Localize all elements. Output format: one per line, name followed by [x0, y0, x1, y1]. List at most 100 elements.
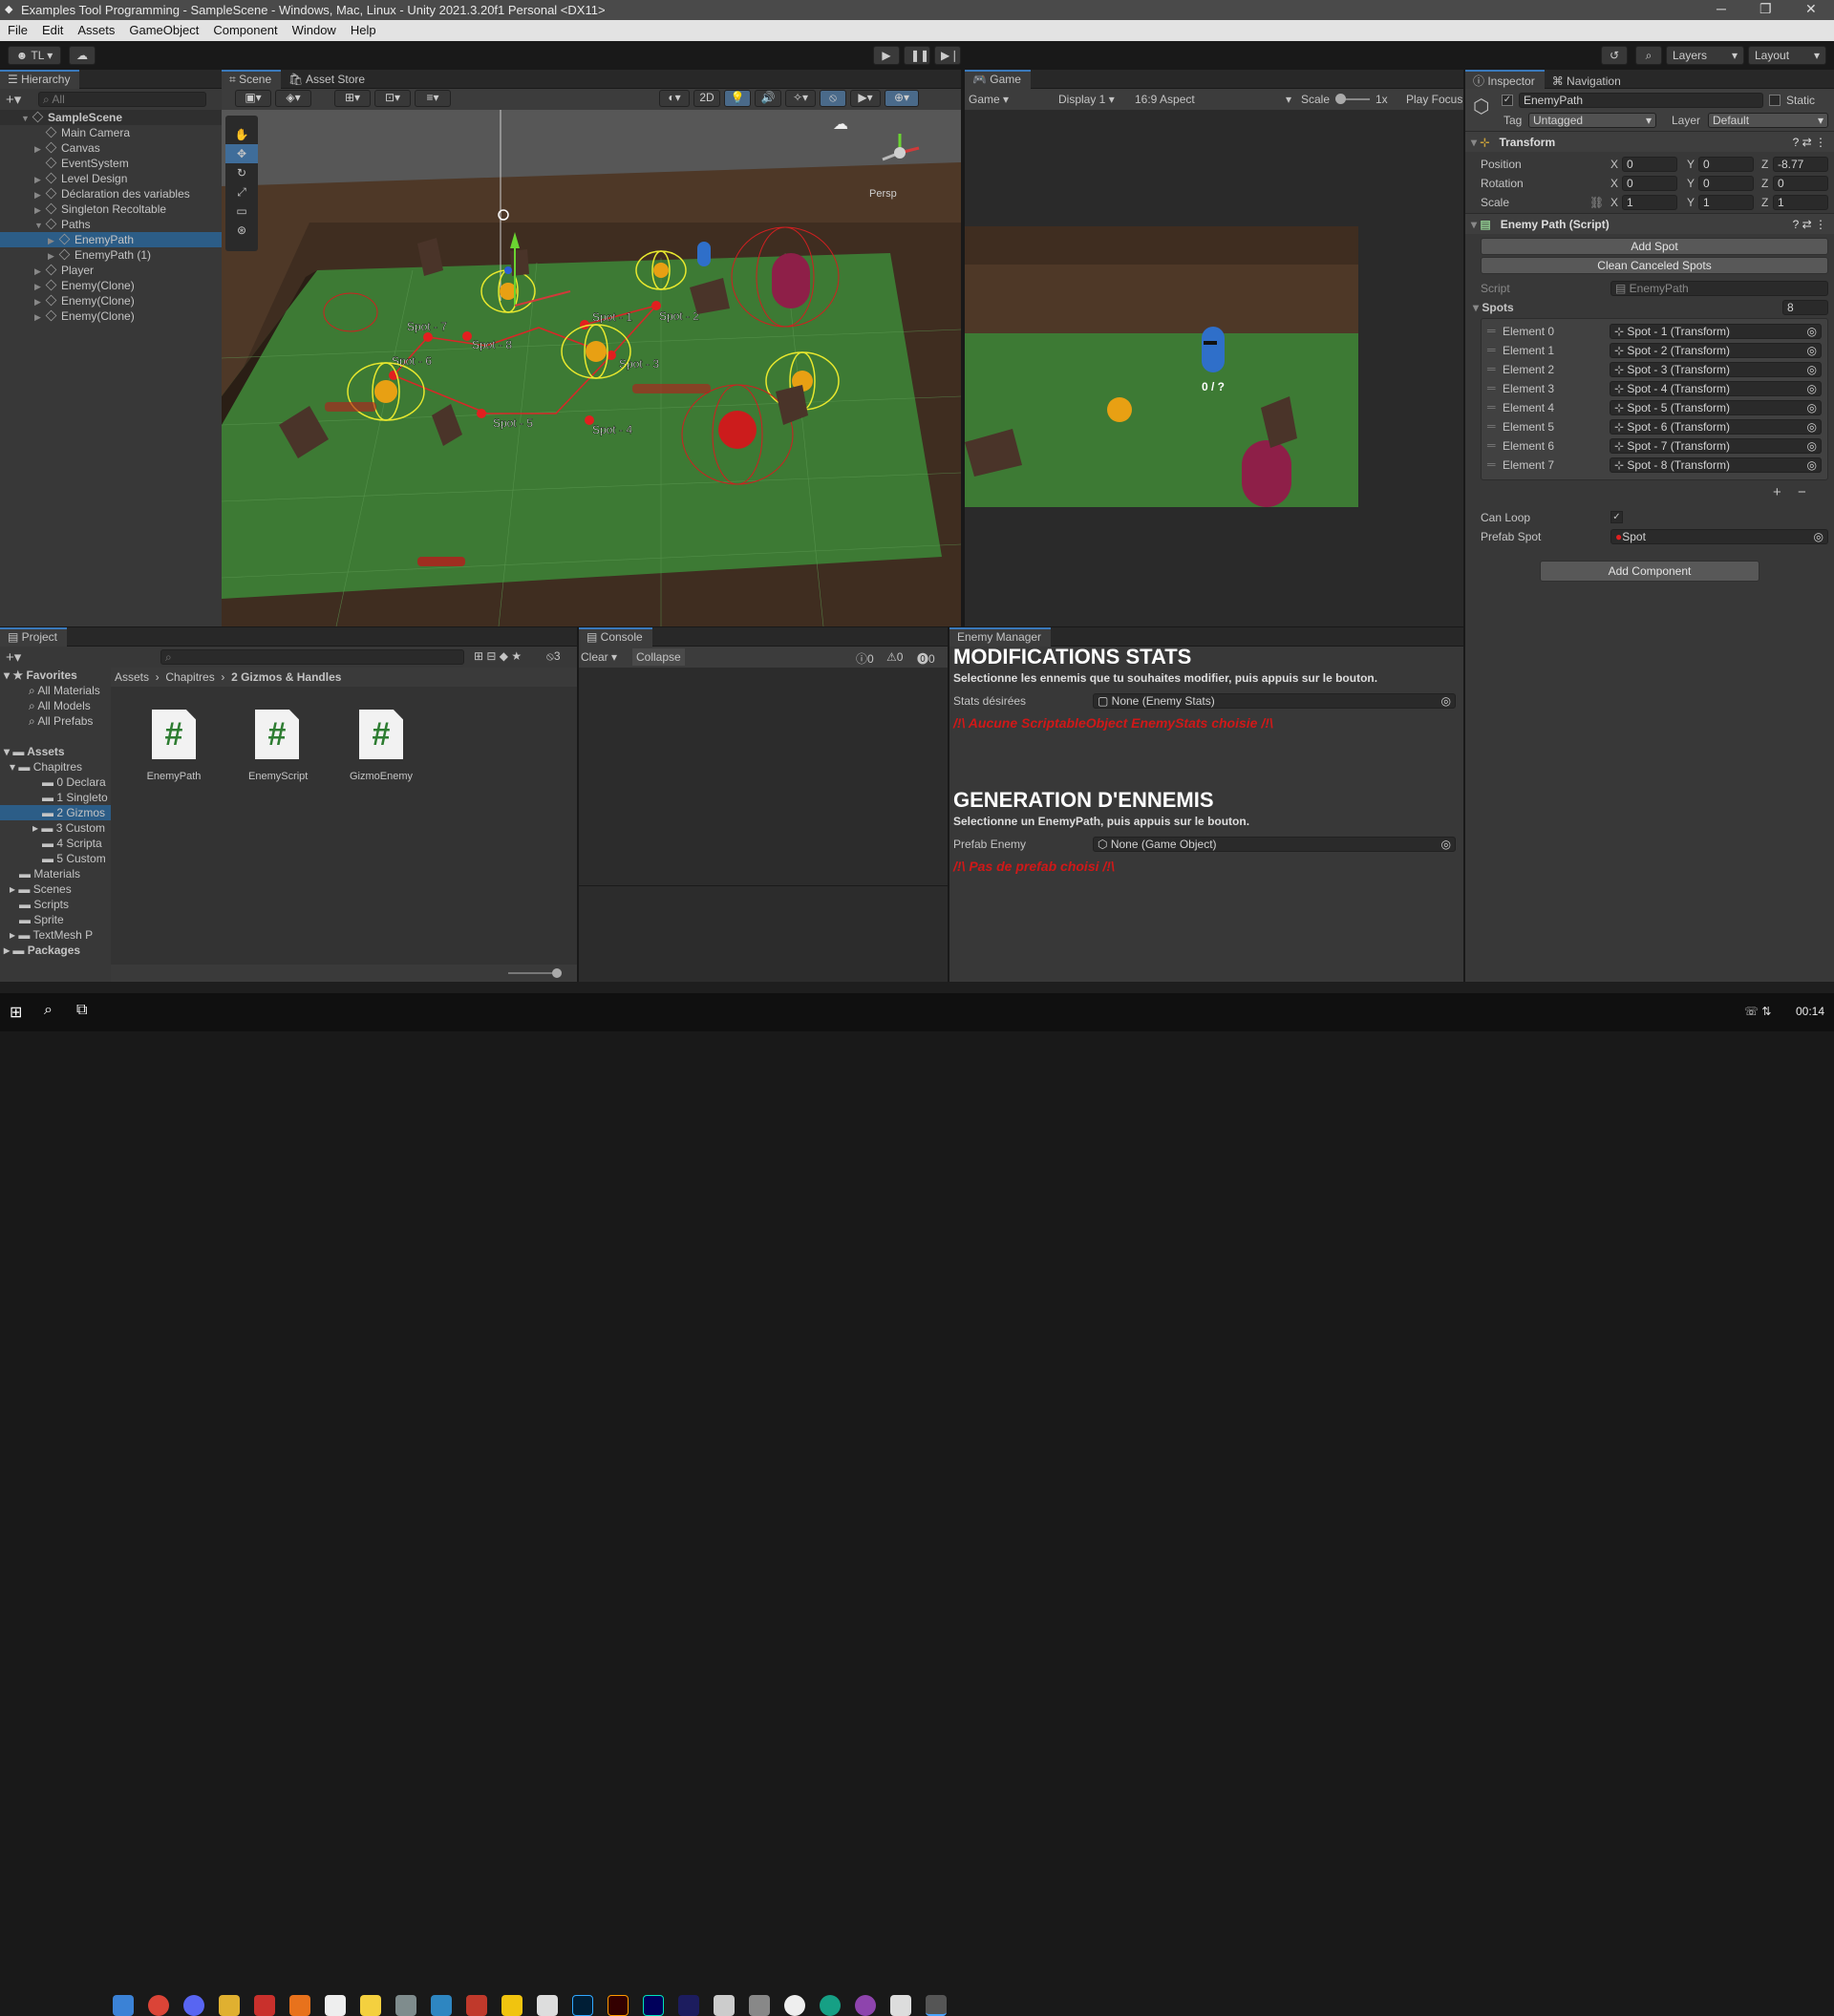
expand-arrow-icon[interactable]: ▶: [34, 309, 46, 325]
hierarchy-item[interactable]: ▶ Level Design: [0, 171, 222, 186]
scale-x-field[interactable]: 1: [1622, 195, 1677, 210]
app-icon-9[interactable]: [820, 1995, 841, 2016]
scale-tool-icon[interactable]: ⤢: [225, 182, 258, 202]
asset-enemyscript[interactable]: # EnemyScript: [248, 710, 308, 782]
project-folder[interactable]: ▸ ▬ 3 Custom: [0, 820, 111, 836]
icon-size-thumb[interactable]: [552, 968, 562, 978]
project-folder[interactable]: ▬ Scripts: [0, 897, 111, 912]
gizmos-icon[interactable]: ⊕▾: [885, 90, 919, 107]
component-menu-icon[interactable]: ? ⇄ ⋮: [1793, 132, 1834, 153]
hierarchy-item[interactable]: ▶ EnemyPath: [0, 232, 222, 247]
tag-dropdown[interactable]: Untagged ▾: [1528, 113, 1656, 128]
step-button[interactable]: ▶❘: [934, 46, 961, 65]
camera-icon[interactable]: ▶▾: [850, 90, 881, 107]
hierarchy-item[interactable]: ▼ Paths: [0, 217, 222, 232]
spot-element-row[interactable]: ═ Element 6 ⊹ Spot - 7 (Transform) ◎: [1482, 437, 1827, 455]
project-folder[interactable]: ▸ ▬ Scenes: [0, 881, 111, 897]
hierarchy-item[interactable]: ▶ Player: [0, 263, 222, 278]
search-taskbar-icon[interactable]: ⌕: [44, 1002, 53, 1019]
sticky-notes-icon[interactable]: [360, 1995, 381, 2016]
spot-element-field[interactable]: ⊹ Spot - 4 (Transform) ◎: [1610, 381, 1822, 396]
snap-increment-icon[interactable]: ⊡▾: [374, 90, 411, 107]
project-search-input[interactable]: ⌕: [160, 649, 464, 665]
tab-asset-store[interactable]: 🛍 Asset Store: [281, 70, 374, 89]
prefab-enemy-field[interactable]: ⬡ None (Game Object) ◎: [1093, 837, 1456, 852]
project-folder[interactable]: ▸ ▬ TextMesh P: [0, 927, 111, 943]
app-icon-6[interactable]: [714, 1995, 735, 2016]
spot-element-row[interactable]: ═ Element 7 ⊹ Spot - 8 (Transform) ◎: [1482, 456, 1827, 474]
can-loop-checkbox[interactable]: ✓: [1610, 511, 1623, 523]
visibility-icon[interactable]: ⦸: [820, 90, 846, 107]
discord-icon[interactable]: [183, 1995, 204, 2016]
tab-scene[interactable]: ⌗ Scene: [222, 70, 282, 89]
tab-navigation[interactable]: ⌘ Navigation: [1545, 72, 1631, 91]
maximize-icon[interactable]: ❐: [1759, 1, 1772, 17]
hierarchy-item[interactable]: Main Camera: [0, 125, 222, 140]
menu-component[interactable]: Component: [205, 20, 284, 37]
drag-handle-icon[interactable]: ═: [1487, 419, 1496, 433]
hierarchy-item[interactable]: ▶ Enemy(Clone): [0, 278, 222, 293]
collapse-button[interactable]: Collapse: [632, 648, 685, 666]
audio-icon[interactable]: 🔊: [755, 90, 781, 107]
minimize-icon[interactable]: ─: [1717, 1, 1726, 16]
object-picker-icon[interactable]: ◎: [1807, 439, 1821, 453]
project-folder[interactable]: ▬ 0 Declara: [0, 775, 111, 790]
scale-z-field[interactable]: 1: [1773, 195, 1828, 210]
expand-arrow-icon[interactable]: ▶: [34, 172, 46, 187]
project-folder[interactable]: ▬ 2 Gizmos: [0, 805, 111, 820]
hierarchy-item[interactable]: ▶ Singleton Recoltable: [0, 202, 222, 217]
shading-icon[interactable]: ◈▾: [275, 90, 311, 107]
rotate-tool-icon[interactable]: ↻: [225, 163, 258, 182]
object-picker-icon[interactable]: ◎: [1807, 420, 1821, 434]
error-count[interactable]: ⓿0: [917, 650, 935, 667]
spot-element-row[interactable]: ═ Element 5 ⊹ Spot - 6 (Transform) ◎: [1482, 418, 1827, 435]
drag-handle-icon[interactable]: ═: [1487, 343, 1496, 356]
game-mode-dropdown[interactable]: Game ▾: [969, 93, 1009, 106]
clean-spots-button[interactable]: Clean Canceled Spots: [1481, 257, 1828, 274]
illustrator-icon[interactable]: [608, 1995, 629, 2016]
tab-project[interactable]: ▤ Project: [0, 627, 68, 647]
drag-handle-icon[interactable]: ═: [1487, 400, 1496, 414]
favorite-item[interactable]: ⌕ All Models: [0, 698, 111, 713]
windows-start-icon[interactable]: ⊞: [10, 1003, 22, 1022]
favorites-header[interactable]: ▾ ★ Favorites: [0, 668, 111, 683]
spot-element-field[interactable]: ⊹ Spot - 6 (Transform) ◎: [1610, 419, 1822, 435]
unity-editor-icon[interactable]: [926, 1995, 947, 2016]
draw-mode-icon[interactable]: ▣▾: [235, 90, 271, 107]
photoshop-icon[interactable]: [572, 1995, 593, 2016]
breadcrumb-chapitres[interactable]: Chapitres: [165, 670, 214, 684]
hierarchy-search-input[interactable]: ⌕ All: [38, 92, 206, 107]
project-folder[interactable]: ▾ ▬ Chapitres: [0, 759, 111, 775]
breadcrumb-assets[interactable]: Assets: [115, 670, 149, 684]
aspect-dropdown[interactable]: 16:9 Aspect ▾: [1135, 93, 1291, 106]
app-icon-7[interactable]: [749, 1995, 770, 2016]
active-checkbox[interactable]: ✓: [1502, 95, 1513, 106]
object-name-field[interactable]: EnemyPath: [1519, 93, 1763, 108]
packages-header[interactable]: ▸ ▬ Packages: [0, 943, 111, 958]
expand-arrow-icon[interactable]: ▶: [34, 264, 46, 279]
enemy-path-header[interactable]: ▾ ▤ Enemy Path (Script)? ⇄ ⋮: [1465, 213, 1834, 234]
scale-y-field[interactable]: 1: [1698, 195, 1754, 210]
static-checkbox[interactable]: [1769, 95, 1781, 106]
project-folder[interactable]: ▬ 4 Scripta: [0, 836, 111, 851]
transform-header[interactable]: ▾ ⊹ Transform? ⇄ ⋮: [1465, 131, 1834, 152]
visual-studio-icon[interactable]: [678, 1995, 699, 2016]
hierarchy-item[interactable]: ▼ SampleScene: [0, 110, 222, 125]
object-picker-icon[interactable]: ◎: [1807, 363, 1821, 376]
position-y-field[interactable]: 0: [1698, 157, 1754, 172]
expand-arrow-icon[interactable]: ▶: [34, 141, 46, 157]
constrain-scale-icon[interactable]: ⛓: [1589, 196, 1604, 209]
expand-arrow-icon[interactable]: ▶: [48, 233, 59, 248]
favorite-item[interactable]: ⌕ All Materials: [0, 683, 111, 698]
project-folder[interactable]: ▬ 1 Singleto: [0, 790, 111, 805]
transform-tool-icon[interactable]: ⊛: [225, 221, 258, 240]
breadcrumb-current[interactable]: 2 Gizmos & Handles: [231, 670, 341, 684]
add-element-icon[interactable]: +: [1773, 484, 1781, 500]
spacer[interactable]: [0, 729, 111, 744]
tab-game[interactable]: 🎮 Game: [965, 70, 1031, 89]
stats-field[interactable]: ▢ None (Enemy Stats) ◎: [1093, 693, 1456, 709]
icon-size-slider[interactable]: [508, 972, 556, 974]
unity-hub-icon[interactable]: [890, 1995, 911, 2016]
drag-handle-icon[interactable]: ═: [1487, 362, 1496, 375]
hierarchy-item[interactable]: ▶ Déclaration des variables: [0, 186, 222, 202]
